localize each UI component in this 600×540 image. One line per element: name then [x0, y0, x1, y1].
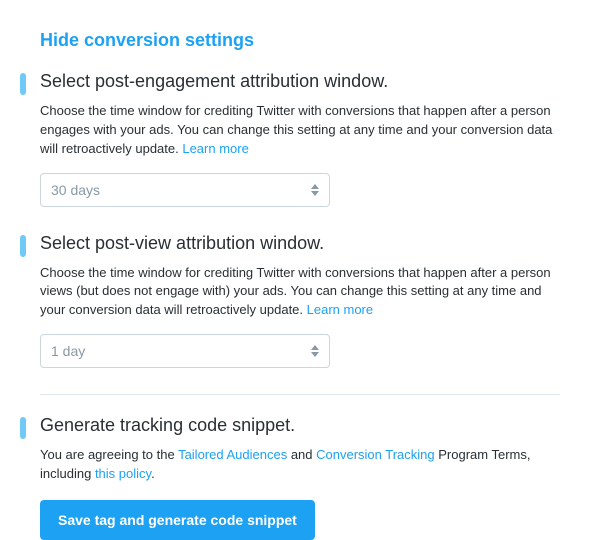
section-generate-snippet: Generate tracking code snippet. You are …	[40, 415, 560, 540]
divider	[40, 394, 560, 395]
section-description: Choose the time window for crediting Twi…	[40, 264, 560, 321]
engagement-window-select[interactable]: 30 days	[40, 173, 330, 207]
section-post-view: Select post-view attribution window. Cho…	[40, 233, 560, 369]
select-value: 1 day	[51, 343, 85, 359]
section-title: Select post-engagement attribution windo…	[40, 71, 560, 92]
learn-more-link[interactable]: Learn more	[182, 141, 248, 156]
desc-text: Choose the time window for crediting Twi…	[40, 265, 551, 318]
agreement-text: You are agreeing to the Tailored Audienc…	[40, 446, 560, 484]
this-policy-link[interactable]: this policy	[95, 466, 151, 481]
agree-and: and	[287, 447, 316, 462]
select-value: 30 days	[51, 182, 100, 198]
select-stepper-icon	[311, 345, 319, 357]
section-description: Choose the time window for crediting Twi…	[40, 102, 560, 159]
agree-post: .	[151, 466, 155, 481]
section-marker	[20, 73, 26, 95]
agree-pre: You are agreeing to the	[40, 447, 178, 462]
learn-more-link[interactable]: Learn more	[307, 302, 373, 317]
desc-text: Choose the time window for crediting Twi…	[40, 103, 552, 156]
toggle-conversion-settings[interactable]: Hide conversion settings	[40, 30, 560, 51]
section-title: Generate tracking code snippet.	[40, 415, 560, 436]
tailored-audiences-link[interactable]: Tailored Audiences	[178, 447, 287, 462]
section-title: Select post-view attribution window.	[40, 233, 560, 254]
conversion-tracking-link[interactable]: Conversion Tracking	[316, 447, 435, 462]
section-post-engagement: Select post-engagement attribution windo…	[40, 71, 560, 207]
save-tag-button[interactable]: Save tag and generate code snippet	[40, 500, 315, 540]
select-stepper-icon	[311, 184, 319, 196]
section-marker	[20, 235, 26, 257]
view-window-select[interactable]: 1 day	[40, 334, 330, 368]
section-marker	[20, 417, 26, 439]
